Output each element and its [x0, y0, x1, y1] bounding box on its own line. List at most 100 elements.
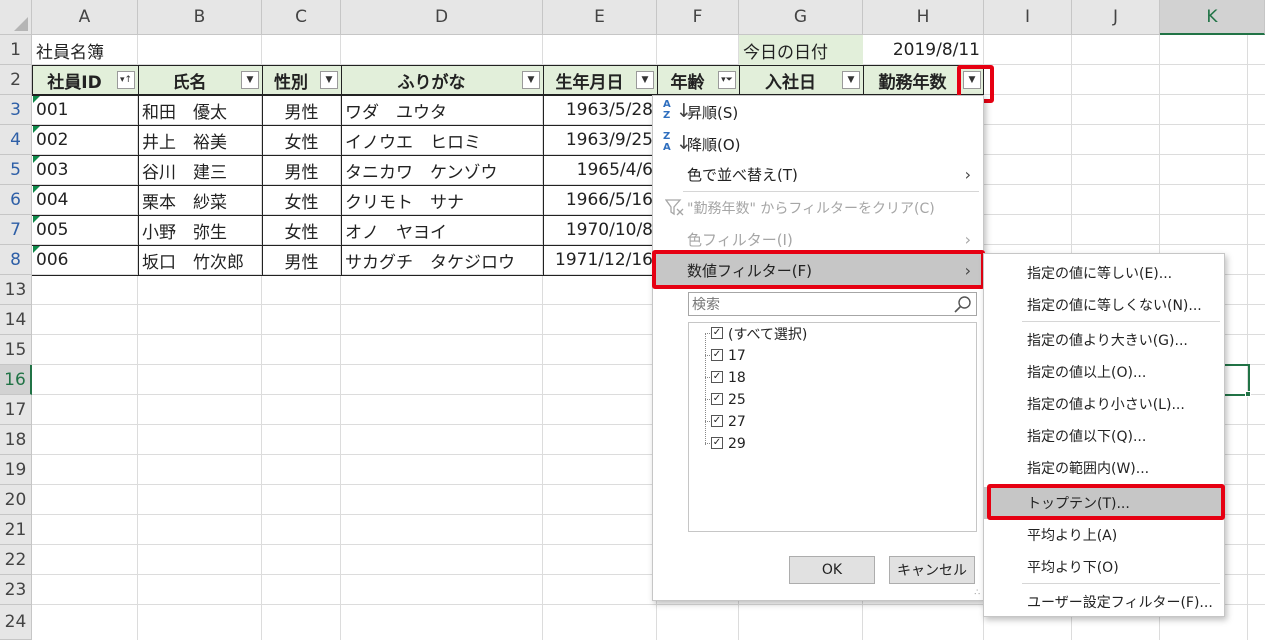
menu-sort-descending[interactable]: Z A ↓ 降順(O) — [653, 128, 983, 160]
tree-line — [705, 333, 706, 445]
dropdown-arrow-icon: ▼ — [847, 75, 855, 85]
submenu-greater-or-equal[interactable]: 指定の値以上(O)... — [984, 356, 1224, 388]
cell-employee-id[interactable]: 003 — [32, 155, 138, 185]
chevron-right-icon: › — [964, 229, 971, 249]
sort-ascending-icon: A Z ↓ — [663, 99, 692, 122]
submenu-less-than[interactable]: 指定の値より小さい(L)... — [984, 388, 1224, 420]
cell-birthdate[interactable]: 1970/10/8 — [543, 215, 657, 245]
cell-employee-id[interactable]: 001 — [32, 95, 138, 125]
cell-birthdate[interactable]: 1966/5/16 — [543, 185, 657, 215]
header-label: 勤務年数 — [878, 72, 947, 93]
filter-button-furigana[interactable]: ▼ — [522, 71, 540, 89]
submenu-not-equals[interactable]: 指定の値に等しくない(N)... — [984, 289, 1224, 321]
dropdown-arrow-icon: ▼ — [641, 75, 649, 85]
list-item[interactable]: 25 — [728, 389, 746, 411]
cell-name[interactable]: 小野 弥生 — [138, 215, 262, 245]
header-label: 年齢 — [670, 72, 705, 93]
submenu-custom-filter[interactable]: ユーザー設定フィルター(F)... — [984, 586, 1224, 618]
cell-name[interactable]: 栗本 紗菜 — [138, 185, 262, 215]
cell-name[interactable]: 谷川 建三 — [138, 155, 262, 185]
ok-button[interactable]: OK — [789, 556, 875, 584]
checkbox-value[interactable]: ✓ — [711, 371, 723, 383]
submenu-equals[interactable]: 指定の値に等しい(E)... — [984, 257, 1224, 289]
header-label: 生年月日 — [555, 72, 624, 93]
submenu-between[interactable]: 指定の範囲内(W)... — [984, 452, 1224, 484]
error-indicator-icon — [33, 96, 40, 103]
dropdown-arrow-icon: ▼ — [527, 75, 535, 85]
resize-grip-icon[interactable]: ∴ — [974, 588, 980, 598]
cell-furigana[interactable]: タニカワ ケンゾウ — [341, 155, 543, 185]
checkbox-value[interactable]: ✓ — [711, 349, 723, 361]
checkbox-select-all[interactable]: ✓ — [711, 327, 723, 339]
cell-employee-id[interactable]: 005 — [32, 215, 138, 245]
menu-sort-by-color[interactable]: 色で並べ替え(T) › — [653, 158, 983, 190]
chevron-right-icon: › — [964, 164, 971, 184]
list-item[interactable]: 18 — [728, 367, 746, 389]
filter-search-input[interactable]: 検索 — [688, 292, 977, 316]
list-item[interactable]: (すべて選択) — [728, 323, 807, 345]
cell-employee-id[interactable]: 006 — [32, 245, 138, 275]
cell-gender[interactable]: 女性 — [262, 125, 341, 155]
menu-clear-filter[interactable]: "勤務年数" からフィルターをクリア(C) — [653, 192, 983, 224]
cell-birthdate[interactable]: 1971/12/16 — [543, 245, 657, 275]
header-label: ふりがな — [397, 72, 466, 93]
menu-sort-ascending[interactable]: A Z ↓ 昇順(S) — [653, 96, 983, 128]
checkbox-value[interactable]: ✓ — [711, 393, 723, 405]
cell-name[interactable]: 坂口 竹次郎 — [138, 245, 262, 275]
menu-separator — [1022, 583, 1220, 584]
filter-button-gender[interactable]: ▼ — [320, 71, 338, 89]
cell-name[interactable]: 和田 優太 — [138, 95, 262, 125]
menu-separator — [1022, 321, 1220, 322]
filter-funnel-icon: ▾⏷ — [721, 75, 733, 85]
annotation-highlight-top-ten — [987, 484, 1225, 520]
header-label: 社員ID — [47, 72, 102, 93]
menu-label: 色で並べ替え(T) — [687, 165, 798, 184]
submenu-above-average[interactable]: 平均より上(A) — [984, 519, 1224, 551]
cell-employee-id[interactable]: 002 — [32, 125, 138, 155]
error-indicator-icon — [33, 156, 40, 163]
submenu-below-average[interactable]: 平均より下(O) — [984, 551, 1224, 583]
search-icon — [954, 296, 971, 313]
cell-gender[interactable]: 男性 — [262, 245, 341, 275]
error-indicator-icon — [33, 126, 40, 133]
filter-values-list[interactable]: ✓ (すべて選択) ✓ 17 ✓ 18 ✓ 25 ✓ 27 ✓ 29 — [688, 322, 977, 532]
checkbox-value[interactable]: ✓ — [711, 437, 723, 449]
cell-gender[interactable]: 女性 — [262, 215, 341, 245]
checkbox-value[interactable]: ✓ — [711, 415, 723, 427]
cell-furigana[interactable]: ワダ ユウタ — [341, 95, 543, 125]
cell-furigana[interactable]: イノウエ ヒロミ — [341, 125, 543, 155]
cell-employee-id[interactable]: 004 — [32, 185, 138, 215]
annotation-highlight-number-filter — [652, 250, 985, 289]
sort-filter-icon: ▾↑ — [119, 75, 133, 85]
list-item[interactable]: 17 — [728, 345, 746, 367]
filter-button-birthdate[interactable]: ▼ — [636, 71, 654, 89]
cell-gender[interactable]: 女性 — [262, 185, 341, 215]
filter-button-employee-id[interactable]: ▾↑ — [117, 71, 135, 89]
number-filter-submenu: 指定の値に等しい(E)... 指定の値に等しくない(N)... 指定の値より大き… — [983, 253, 1225, 617]
cell-furigana[interactable]: クリモト サナ — [341, 185, 543, 215]
list-item[interactable]: 27 — [728, 411, 746, 433]
error-indicator-icon — [33, 246, 40, 253]
header-label: 氏名 — [172, 72, 207, 93]
menu-label: 昇順(S) — [687, 103, 739, 122]
cell-gender[interactable]: 男性 — [262, 95, 341, 125]
error-indicator-icon — [33, 216, 40, 223]
filter-button-name[interactable]: ▼ — [241, 71, 259, 89]
submenu-greater-than[interactable]: 指定の値より大きい(G)... — [984, 324, 1224, 356]
cell-birthdate[interactable]: 1963/5/28 — [543, 95, 657, 125]
cell-birthdate[interactable]: 1963/9/25 — [543, 125, 657, 155]
cancel-button[interactable]: キャンセル — [889, 556, 975, 584]
search-placeholder: 検索 — [692, 297, 720, 313]
list-item[interactable]: 29 — [728, 433, 746, 455]
cell-furigana[interactable]: サカグチ タケジロウ — [341, 245, 543, 275]
cell-birthdate[interactable]: 1965/4/6 — [543, 155, 657, 185]
error-indicator-icon — [33, 186, 40, 193]
cell-gender[interactable]: 男性 — [262, 155, 341, 185]
cell-furigana[interactable]: オノ ヤヨイ — [341, 215, 543, 245]
submenu-less-or-equal[interactable]: 指定の値以下(Q)... — [984, 420, 1224, 452]
filter-button-hire-date[interactable]: ▼ — [842, 71, 860, 89]
cell-name[interactable]: 井上 裕美 — [138, 125, 262, 155]
dropdown-arrow-icon: ▼ — [246, 75, 254, 85]
fill-handle[interactable] — [1245, 391, 1251, 397]
filter-button-age[interactable]: ▾⏷ — [718, 71, 736, 89]
